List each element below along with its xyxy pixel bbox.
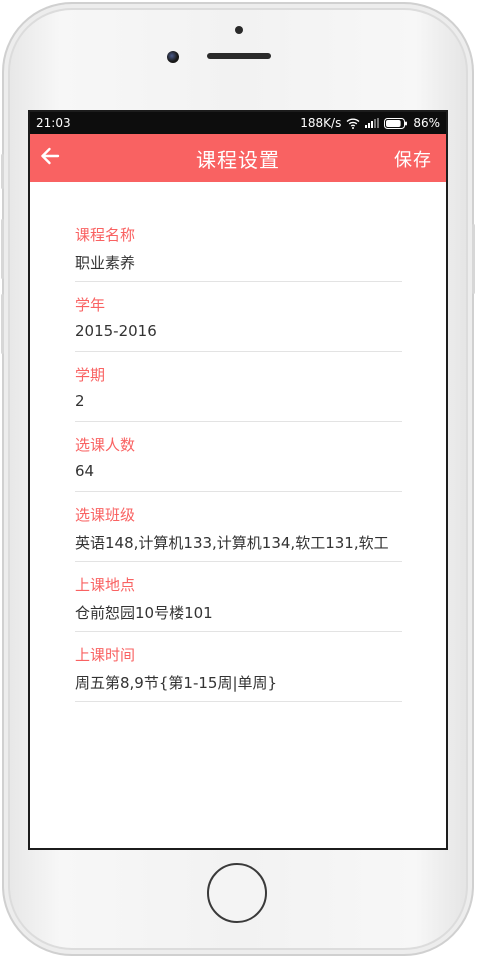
mute-switch: [1, 154, 4, 189]
network-speed: 188K/s: [300, 116, 342, 130]
front-camera: [167, 51, 179, 63]
field-value: 64: [75, 462, 95, 480]
volume-up-button: [1, 219, 4, 279]
field-location[interactable]: 上课地点 仓前恕园10号楼101: [75, 562, 402, 632]
earpiece-speaker: [207, 53, 271, 59]
save-button[interactable]: 保存: [394, 146, 432, 172]
field-semester[interactable]: 学期 2: [75, 352, 402, 422]
status-indicators: 188K/s 86%: [300, 116, 440, 130]
battery-icon: [384, 117, 408, 129]
course-settings-form: 课程名称 职业素养 学年 2015-2016 学期 2 选课人数 64 选课班级…: [30, 182, 446, 702]
field-label: 课程名称: [75, 226, 136, 244]
field-value: 2015-2016: [75, 322, 157, 340]
field-label: 上课地点: [75, 576, 136, 594]
page-title: 课程设置: [196, 147, 280, 172]
field-classes[interactable]: 选课班级 英语148,计算机133,计算机134,软工131,软工: [75, 492, 402, 562]
field-course-name[interactable]: 课程名称 职业素养: [75, 212, 402, 282]
wifi-icon: [346, 118, 360, 129]
field-value: 2: [75, 392, 85, 410]
proximity-sensor: [235, 26, 243, 34]
home-button[interactable]: [207, 863, 267, 923]
field-value: 仓前恕园10号楼101: [75, 604, 213, 622]
field-value: 英语148,计算机133,计算机134,软工131,软工: [75, 534, 389, 552]
field-academic-year[interactable]: 学年 2015-2016: [75, 282, 402, 352]
status-time: 21:03: [36, 116, 71, 130]
field-enrollment-count[interactable]: 选课人数 64: [75, 422, 402, 492]
field-label: 选课人数: [75, 436, 136, 454]
field-value: 职业素养: [75, 254, 136, 272]
app-bar: 课程设置 保存: [30, 134, 446, 182]
field-value: 周五第8,9节{第1-15周|单周}: [75, 674, 278, 692]
battery-percent: 86%: [413, 116, 440, 130]
status-bar: 21:03 188K/s 86%: [30, 112, 446, 134]
field-label: 选课班级: [75, 506, 136, 524]
field-label: 学期: [75, 366, 106, 384]
power-button: [472, 224, 475, 294]
field-schedule[interactable]: 上课时间 周五第8,9节{第1-15周|单周}: [75, 632, 402, 702]
field-label: 学年: [75, 296, 106, 314]
volume-down-button: [1, 294, 4, 354]
screen: 21:03 188K/s 86% 课程设置 保存 课程名称 职业素养 学年 20…: [28, 110, 448, 850]
cell-signal-icon: [365, 118, 380, 128]
field-label: 上课时间: [75, 646, 136, 664]
